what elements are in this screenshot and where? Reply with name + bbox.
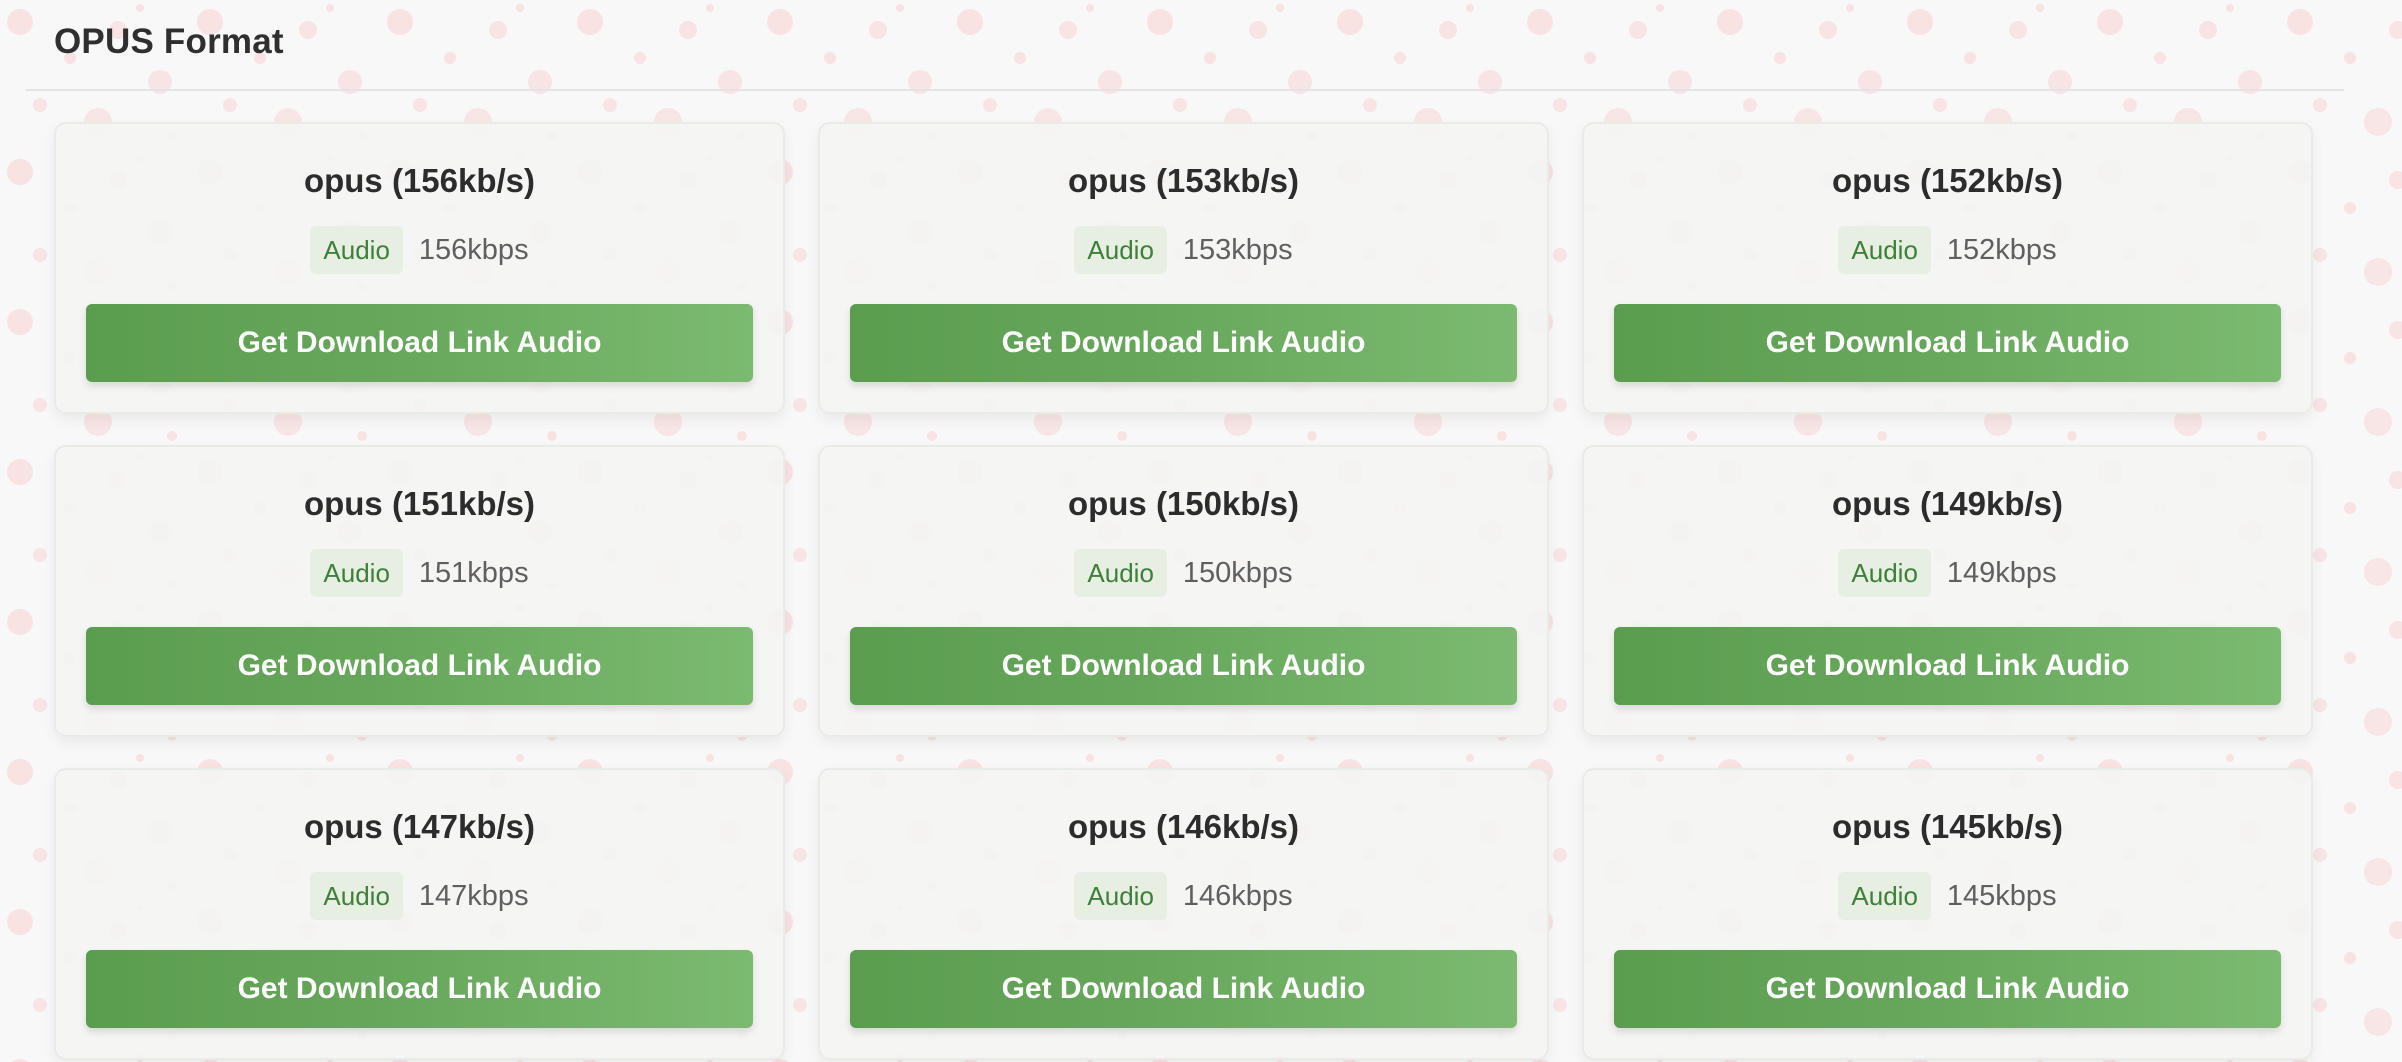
format-meta: Audio 156kbps xyxy=(56,226,783,274)
format-meta: Audio 149kbps xyxy=(1584,549,2311,597)
format-meta: Audio 150kbps xyxy=(820,549,1547,597)
format-meta: Audio 151kbps xyxy=(56,549,783,597)
format-card: opus (151kb/s) Audio 151kbps Get Downloa… xyxy=(54,445,785,737)
bitrate-label: 149kbps xyxy=(1946,557,2057,589)
format-card: opus (147kb/s) Audio 147kbps Get Downloa… xyxy=(54,768,785,1060)
format-title: opus (145kb/s) xyxy=(1831,808,2064,845)
format-card: opus (156kb/s) Audio 156kbps Get Downloa… xyxy=(54,122,785,414)
bitrate-label: 147kbps xyxy=(418,880,529,912)
format-title: opus (147kb/s) xyxy=(303,808,536,845)
get-download-link-button[interactable]: Get Download Link Audio xyxy=(1614,627,2281,705)
audio-badge: Audio xyxy=(310,549,403,597)
format-meta: Audio 153kbps xyxy=(820,226,1547,274)
format-meta: Audio 147kbps xyxy=(56,872,783,920)
bitrate-label: 151kbps xyxy=(418,557,529,589)
format-meta: Audio 152kbps xyxy=(1584,226,2311,274)
audio-badge: Audio xyxy=(1838,549,1931,597)
format-title: opus (156kb/s) xyxy=(303,162,536,199)
format-title: opus (146kb/s) xyxy=(1067,808,1300,845)
get-download-link-button[interactable]: Get Download Link Audio xyxy=(850,304,1517,382)
audio-badge: Audio xyxy=(1838,872,1931,920)
bitrate-label: 156kbps xyxy=(418,234,529,266)
get-download-link-button[interactable]: Get Download Link Audio xyxy=(86,304,753,382)
bitrate-label: 146kbps xyxy=(1182,880,1293,912)
audio-badge: Audio xyxy=(310,872,403,920)
format-card-grid: opus (156kb/s) Audio 156kbps Get Downloa… xyxy=(54,122,2313,1060)
audio-badge: Audio xyxy=(1074,872,1167,920)
format-title: opus (149kb/s) xyxy=(1831,485,2064,522)
bitrate-label: 153kbps xyxy=(1182,234,1293,266)
format-title: opus (153kb/s) xyxy=(1067,162,1300,199)
section-divider xyxy=(26,89,2344,91)
section-title: OPUS Format xyxy=(54,22,284,61)
audio-badge: Audio xyxy=(310,226,403,274)
audio-badge: Audio xyxy=(1838,226,1931,274)
get-download-link-button[interactable]: Get Download Link Audio xyxy=(86,950,753,1028)
format-card: opus (150kb/s) Audio 150kbps Get Downloa… xyxy=(818,445,1549,737)
format-title: opus (152kb/s) xyxy=(1831,162,2064,199)
format-meta: Audio 145kbps xyxy=(1584,872,2311,920)
format-card: opus (146kb/s) Audio 146kbps Get Downloa… xyxy=(818,768,1549,1060)
get-download-link-button[interactable]: Get Download Link Audio xyxy=(86,627,753,705)
audio-badge: Audio xyxy=(1074,549,1167,597)
get-download-link-button[interactable]: Get Download Link Audio xyxy=(850,627,1517,705)
format-card: opus (145kb/s) Audio 145kbps Get Downloa… xyxy=(1582,768,2313,1060)
format-card: opus (149kb/s) Audio 149kbps Get Downloa… xyxy=(1582,445,2313,737)
get-download-link-button[interactable]: Get Download Link Audio xyxy=(850,950,1517,1028)
bitrate-label: 152kbps xyxy=(1946,234,2057,266)
bitrate-label: 150kbps xyxy=(1182,557,1293,589)
audio-badge: Audio xyxy=(1074,226,1167,274)
bitrate-label: 145kbps xyxy=(1946,880,2057,912)
format-title: opus (151kb/s) xyxy=(303,485,536,522)
format-meta: Audio 146kbps xyxy=(820,872,1547,920)
format-card: opus (153kb/s) Audio 153kbps Get Downloa… xyxy=(818,122,1549,414)
get-download-link-button[interactable]: Get Download Link Audio xyxy=(1614,304,2281,382)
format-title: opus (150kb/s) xyxy=(1067,485,1300,522)
get-download-link-button[interactable]: Get Download Link Audio xyxy=(1614,950,2281,1028)
format-card: opus (152kb/s) Audio 152kbps Get Downloa… xyxy=(1582,122,2313,414)
opus-format-section: OPUS Format opus (156kb/s) Audio 156kbps… xyxy=(0,0,2402,1062)
